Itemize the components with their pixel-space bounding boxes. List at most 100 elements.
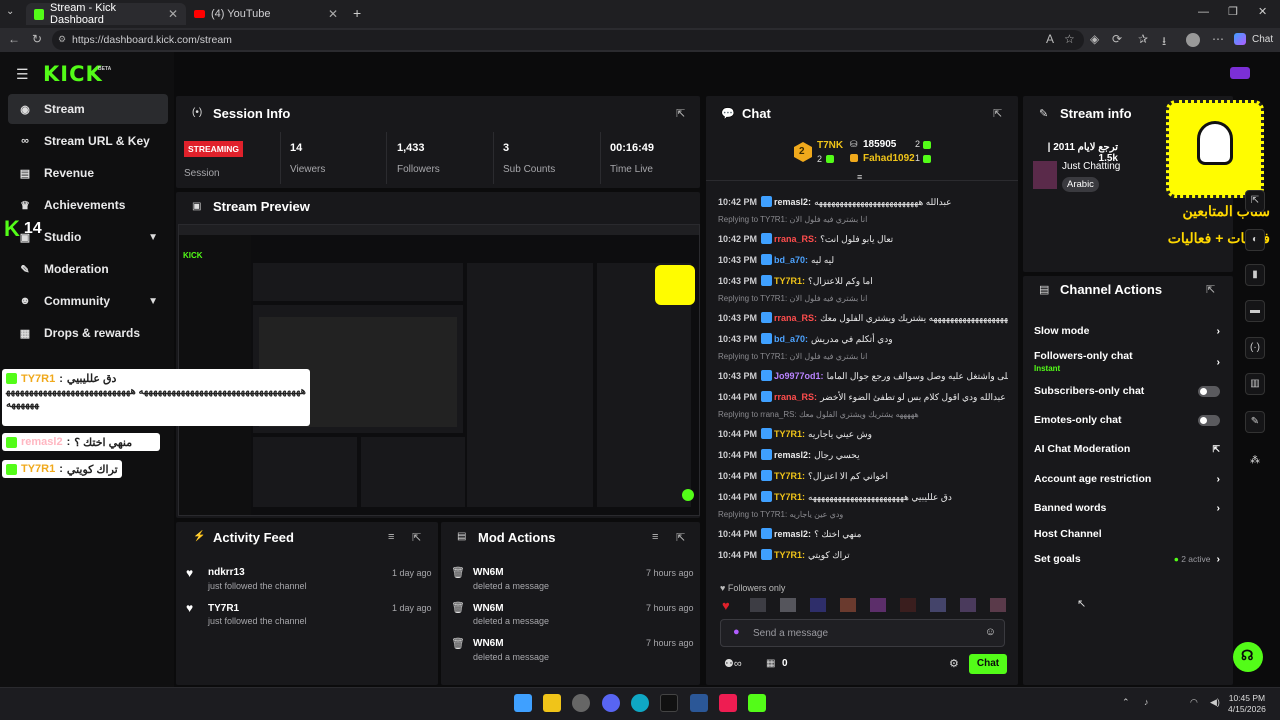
account-age-row[interactable]: Account age restriction ›	[1034, 473, 1220, 485]
emote-thumb[interactable]	[870, 598, 886, 612]
feed-user[interactable]: ndkrr13	[208, 567, 245, 578]
window-close-icon[interactable]: ✕	[1258, 5, 1267, 18]
ai-chat-moderation-row[interactable]: AI Chat Moderation ⇱	[1034, 443, 1220, 455]
host-channel-row[interactable]: Host Channel	[1034, 528, 1220, 540]
file-explorer-icon[interactable]	[543, 694, 561, 712]
reload-icon[interactable]: ↻	[32, 32, 42, 46]
tray-chevron-icon[interactable]: ⌃	[1122, 697, 1130, 708]
banned-words-row[interactable]: Banned words ›	[1034, 502, 1220, 514]
more-icon[interactable]: ⋯	[1212, 32, 1224, 46]
chat-username[interactable]: TY7R1:	[774, 492, 805, 502]
category-thumbnail[interactable]	[1033, 161, 1057, 189]
send-chat-button[interactable]: Chat	[969, 654, 1007, 674]
mic-tray-icon[interactable]: ♪	[1144, 697, 1149, 707]
chat-username[interactable]: TY7R1:	[774, 429, 805, 439]
copilot-chat-label[interactable]: Chat	[1252, 34, 1273, 45]
discord-icon[interactable]	[602, 694, 620, 712]
sidebar-item-community[interactable]: ☻ Community ▼	[8, 286, 168, 316]
help-button[interactable]: ☊	[1233, 642, 1263, 672]
close-icon[interactable]: ✕	[328, 7, 338, 21]
popout-icon[interactable]: ⇱	[1206, 283, 1215, 296]
profile-avatar[interactable]	[1186, 33, 1200, 47]
download-icon[interactable]: ⭳	[1162, 32, 1166, 53]
wifi-icon[interactable]: ◠	[1190, 697, 1198, 708]
chat-username[interactable]: rrana_RS:	[774, 392, 817, 402]
start-icon[interactable]	[514, 694, 532, 712]
mic-icon[interactable]: ●	[733, 626, 740, 638]
app-icon[interactable]	[690, 694, 708, 712]
rail-tools-icon[interactable]: ✎	[1245, 411, 1265, 433]
rail-chat-icon[interactable]: ▬	[1245, 300, 1265, 322]
rail-info-icon[interactable]: ◐	[1245, 229, 1265, 251]
emote-thumb[interactable]	[780, 598, 796, 612]
sidebar-item-stream-url[interactable]: ∞ Stream URL & Key	[8, 126, 168, 156]
rail-broadcast-icon[interactable]: (·)	[1245, 337, 1265, 359]
rail-announcement-icon[interactable]: ⇱	[1245, 190, 1265, 212]
chat-username[interactable]: remasl2:	[774, 450, 811, 460]
emote-thumb[interactable]	[960, 598, 976, 612]
chat-username[interactable]: bd_a70:	[774, 255, 808, 265]
minimize-icon[interactable]: —	[1198, 6, 1209, 18]
tiktok-icon[interactable]	[660, 694, 678, 712]
users-icon[interactable]: ⚉∞	[724, 657, 742, 670]
chat-username[interactable]: remasl2:	[774, 197, 811, 207]
rail-layout-icon[interactable]: ▥	[1245, 373, 1265, 395]
chat-username[interactable]: remasl2:	[774, 529, 811, 539]
emote-thumb[interactable]	[990, 598, 1006, 612]
popout-icon[interactable]: ⇱	[676, 107, 685, 120]
kick-app-icon[interactable]	[748, 694, 766, 712]
popout-icon[interactable]: ⇱	[412, 531, 421, 544]
chat-username[interactable]: TY7R1:	[774, 550, 805, 560]
emotes-only-toggle[interactable]	[1198, 414, 1220, 426]
sidebar-item-moderation[interactable]: ✎ Moderation	[8, 254, 168, 284]
site-info-icon[interactable]: ⚙	[58, 34, 66, 45]
filter-icon[interactable]: ≡	[388, 531, 394, 543]
subscribers-only-row[interactable]: Subscribers-only chat	[1034, 385, 1220, 397]
mod-user[interactable]: WN6M	[473, 567, 504, 578]
kick-logo[interactable]: KICK	[43, 62, 103, 86]
popout-icon[interactable]: ⇱	[676, 531, 685, 544]
chat-username[interactable]: rrana_RS:	[774, 234, 817, 244]
popout-icon[interactable]: ⇱	[993, 107, 1002, 120]
emotes-only-row[interactable]: Emotes-only chat	[1034, 414, 1220, 426]
sidebar-item-revenue[interactable]: ▤ Revenue	[8, 158, 168, 188]
tiktok-live-icon[interactable]	[719, 694, 737, 712]
user-avatar[interactable]	[1230, 67, 1250, 79]
favorites-bar-icon[interactable]: ✰	[1138, 32, 1148, 46]
back-icon[interactable]: ←	[8, 32, 20, 46]
tab-youtube[interactable]: (4) YouTube ✕	[186, 3, 346, 25]
top-gifter-name[interactable]: T7NK	[817, 140, 843, 151]
clock[interactable]: 10:45 PM 4/15/2026	[1228, 693, 1266, 715]
mod-user[interactable]: WN6M	[473, 638, 504, 649]
chat-username[interactable]: bd_a70:	[774, 334, 808, 344]
emote-thumb[interactable]	[930, 598, 946, 612]
sidebar-item-drops[interactable]: ▦ Drops & rewards	[8, 318, 168, 348]
extensions-icon[interactable]: ⟳	[1112, 32, 1122, 46]
emote-thumb[interactable]	[840, 598, 856, 612]
read-aloud-icon[interactable]: A	[1046, 32, 1054, 46]
url-field[interactable]: https://dashboard.kick.com/stream	[52, 30, 1084, 50]
chat-username[interactable]: rrana_RS:	[774, 313, 817, 323]
chat-username[interactable]: TY7R1:	[774, 276, 805, 286]
category-name[interactable]: Just Chatting	[1062, 161, 1120, 172]
maximize-icon[interactable]: ❐	[1228, 5, 1238, 18]
points-store-icon[interactable]: ▦	[766, 658, 775, 669]
emote-thumb[interactable]	[900, 598, 916, 612]
subscribers-only-toggle[interactable]	[1198, 385, 1220, 397]
gear-icon[interactable]: ⚙	[949, 657, 959, 670]
favorite-icon[interactable]: ☆	[1064, 32, 1075, 46]
close-icon[interactable]: ✕	[168, 7, 178, 21]
set-goals-row[interactable]: Set goals ● 2 active ›	[1034, 553, 1220, 565]
heart-emote[interactable]: ♥	[722, 598, 730, 613]
emote-thumb[interactable]	[750, 598, 766, 612]
sidebar-item-stream[interactable]: ◉ Stream	[8, 94, 168, 124]
edge-icon[interactable]	[631, 694, 649, 712]
tab-list-icon[interactable]: ⌄	[6, 6, 14, 17]
copilot-icon[interactable]	[1234, 33, 1246, 45]
emoji-icon[interactable]: ☺	[985, 626, 996, 638]
new-tab-icon[interactable]: +	[353, 5, 361, 21]
mod-user[interactable]: WN6M	[473, 603, 504, 614]
volume-icon[interactable]: ◀)	[1210, 697, 1220, 708]
rail-more-icon[interactable]: ⁂	[1250, 455, 1260, 466]
filter-icon[interactable]: ≡	[652, 531, 658, 543]
